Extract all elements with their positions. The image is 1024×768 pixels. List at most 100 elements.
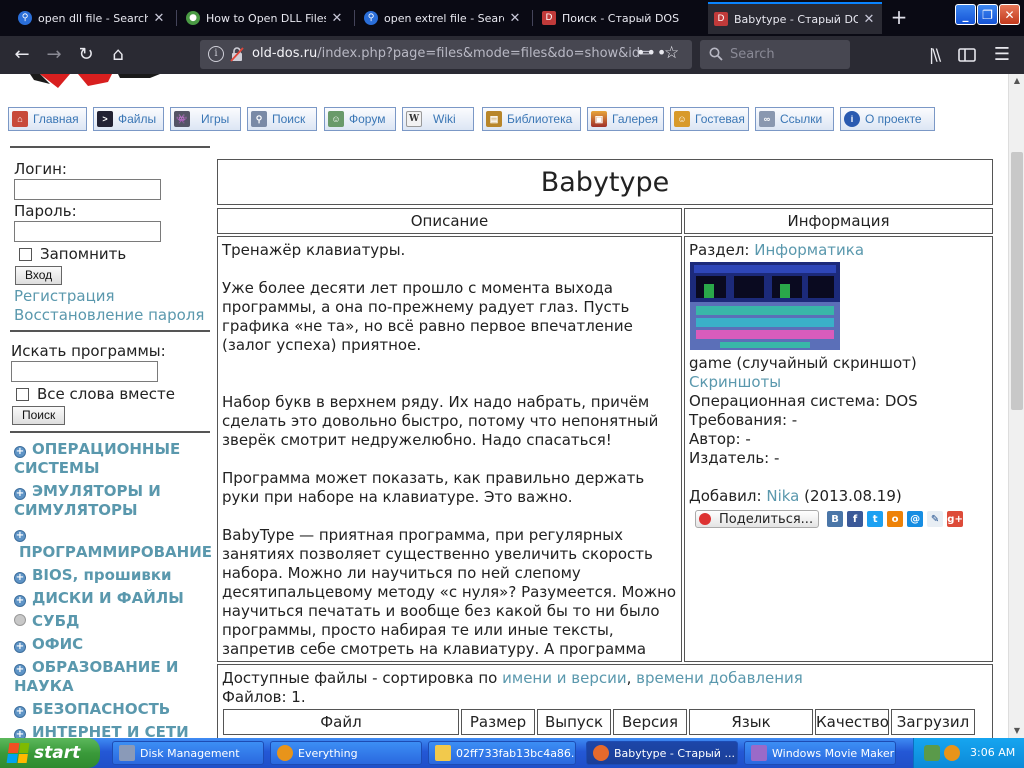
address-bar[interactable]: i old-dos.ru/index.php?page=files&mode=f… — [200, 40, 692, 69]
category-item[interactable]: + ПРОГРАММИРОВАНИЕ — [14, 524, 212, 562]
network-icon[interactable] — [924, 745, 940, 761]
reload-icon[interactable]: ↻ — [74, 43, 98, 67]
category-item[interactable]: СУБД — [14, 612, 210, 631]
facebook-icon[interactable]: f — [847, 511, 864, 527]
task-everything[interactable]: Everything — [270, 741, 422, 765]
odnoklassniki-icon[interactable]: о — [887, 511, 904, 527]
menu-guestbook-button[interactable]: ☺ Гостевая — [670, 107, 749, 131]
program-search-button[interactable]: Поиск — [12, 406, 66, 425]
tab-open-extrel-search[interactable]: ⚲ open extrel file - Search ✕ — [358, 4, 528, 32]
expand-plus-icon[interactable]: + — [14, 641, 26, 653]
expand-plus-icon[interactable]: + — [14, 488, 26, 500]
home-icon[interactable]: ⌂ — [106, 43, 130, 67]
page-scrollbar[interactable]: ▲ ▼ — [1008, 74, 1024, 738]
expand-plus-icon[interactable]: + — [14, 595, 26, 607]
close-window-icon[interactable]: ✕ — [999, 4, 1020, 25]
register-link[interactable]: Регистрация — [14, 287, 210, 306]
forward-icon[interactable]: → — [42, 43, 66, 67]
vk-icon[interactable]: В — [827, 511, 844, 527]
browser-search-input[interactable] — [730, 44, 842, 64]
menu-files-button[interactable]: > Файлы — [93, 107, 164, 131]
menu-wiki-button[interactable]: W Wiki — [402, 107, 474, 131]
start-button[interactable]: start — [0, 738, 100, 768]
site-info-icon[interactable]: i — [208, 46, 224, 62]
everything-tray-icon[interactable] — [944, 745, 960, 761]
browser-search-box[interactable] — [700, 40, 850, 69]
column-header-language[interactable]: Язык — [689, 709, 813, 735]
library-icon[interactable]: |\\ — [922, 43, 946, 67]
password-input[interactable] — [14, 221, 161, 242]
menu-gallery-button[interactable]: ▣ Галерея — [587, 107, 664, 131]
all-words-checkbox[interactable] — [16, 387, 29, 401]
close-tab-icon[interactable]: ✕ — [862, 12, 876, 27]
added-user-link[interactable]: Nika — [766, 487, 799, 505]
scroll-down-arrow-icon[interactable]: ▼ — [1009, 724, 1024, 738]
tab-babytype-old-dos[interactable]: D Babytype - Старый DOS ✕ — [708, 2, 882, 34]
menu-games-button[interactable]: 👾 Игры — [170, 107, 241, 131]
category-item[interactable]: + ЭМУЛЯТОРЫ И СИМУЛЯТОРЫ — [14, 482, 210, 520]
login-button[interactable]: Вход — [15, 266, 63, 285]
category-item[interactable]: + ИНТЕРНЕТ И СЕТИ — [14, 723, 210, 738]
category-item[interactable]: + ОФИС — [14, 635, 210, 654]
hamburger-menu-icon[interactable]: ☰ — [990, 43, 1014, 67]
random-screenshot-thumbnail[interactable] — [690, 262, 840, 350]
category-item[interactable]: + ОБРАЗОВАНИЕ И НАУКА — [14, 658, 210, 696]
remember-checkbox[interactable] — [19, 247, 32, 261]
menu-home-button[interactable]: ⌂ Главная — [8, 107, 87, 131]
bookmark-star-icon[interactable]: ☆ — [664, 43, 679, 63]
scroll-up-arrow-icon[interactable]: ▲ — [1009, 74, 1024, 88]
program-search-input[interactable] — [11, 361, 158, 382]
task-movie-maker[interactable]: Windows Movie Maker — [744, 741, 896, 765]
sort-by-time-link[interactable]: времени добавления — [636, 669, 803, 687]
maximize-window-icon[interactable]: ❐ — [977, 4, 998, 25]
share-button[interactable]: Поделиться... — [695, 510, 820, 528]
category-item[interactable]: + BIOS, прошивки — [14, 566, 210, 585]
menu-about-button[interactable]: i О проекте — [840, 107, 935, 131]
sidebar-icon[interactable] — [955, 43, 979, 67]
minimize-window-icon[interactable]: _ — [955, 4, 976, 25]
tab-poisk-old-dos[interactable]: D Поиск - Старый DOS — [536, 4, 704, 32]
url-text[interactable]: old-dos.ru/index.php?page=files&mode=fil… — [252, 46, 651, 61]
mailru-icon[interactable]: @ — [907, 511, 924, 527]
expand-plus-icon[interactable]: + — [14, 530, 26, 542]
insecure-lock-icon[interactable] — [230, 46, 244, 62]
sort-by-name-link[interactable]: имени и версии — [502, 669, 626, 687]
expand-plus-icon[interactable]: + — [14, 446, 26, 458]
back-icon[interactable]: ← — [10, 43, 34, 67]
task-disk-management[interactable]: Disk Management — [112, 741, 264, 765]
site-logo[interactable] — [0, 74, 210, 102]
expand-plus-icon[interactable]: + — [14, 664, 26, 676]
restore-password-link[interactable]: Восстановление пароля — [14, 306, 210, 325]
scrollbar-thumb[interactable] — [1011, 152, 1023, 410]
close-tab-icon[interactable]: ✕ — [508, 11, 522, 26]
column-header-uploader[interactable]: Загрузил — [891, 709, 975, 735]
column-header-release[interactable]: Выпуск — [537, 709, 611, 735]
close-tab-icon[interactable]: ✕ — [330, 11, 344, 26]
task-firefox-babytype[interactable]: Babytype - Старый ... — [586, 741, 738, 765]
login-input[interactable] — [14, 179, 161, 200]
category-item[interactable]: + БЕЗОПАСНОСТЬ — [14, 700, 210, 719]
new-tab-icon[interactable]: + — [888, 6, 910, 28]
livejournal-icon[interactable]: ✎ — [927, 511, 944, 527]
menu-forum-button[interactable]: ☺ Форум — [324, 107, 396, 131]
column-header-file[interactable]: Файл — [223, 709, 459, 735]
clock[interactable]: 3:06 AM — [970, 746, 1015, 759]
tab-open-dll-search[interactable]: ⚲ open dll file - Search ✕ — [12, 4, 172, 32]
column-header-version[interactable]: Версия — [613, 709, 687, 735]
twitter-icon[interactable]: t — [867, 511, 884, 527]
menu-search-button[interactable]: ⚲ Поиск — [247, 107, 317, 131]
google-plus-icon[interactable]: g+ — [947, 511, 964, 527]
expand-plus-icon[interactable]: + — [14, 572, 26, 584]
expand-plus-icon[interactable]: + — [14, 706, 26, 718]
screenshots-link[interactable]: Скриншоты — [689, 373, 988, 392]
close-tab-icon[interactable]: ✕ — [152, 11, 166, 26]
tab-how-to-open-dll[interactable]: ● How to Open DLL Files ✕ — [180, 4, 350, 32]
section-link[interactable]: Информатика — [754, 241, 864, 259]
category-item[interactable]: + ДИСКИ И ФАЙЛЫ — [14, 589, 210, 608]
category-item[interactable]: + ОПЕРАЦИОННЫЕ СИСТЕМЫ — [14, 440, 210, 478]
column-header-quality[interactable]: Качество — [815, 709, 889, 735]
column-header-size[interactable]: Размер — [461, 709, 535, 735]
menu-links-button[interactable]: ∞ Ссылки — [755, 107, 834, 131]
page-actions-icon[interactable]: ••• — [636, 43, 667, 62]
expand-plus-icon[interactable]: + — [14, 729, 26, 738]
